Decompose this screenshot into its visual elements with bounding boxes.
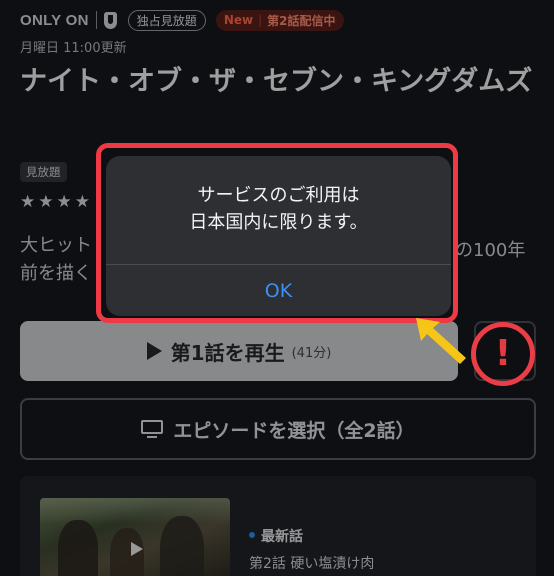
exclamation-icon: ! (494, 333, 512, 374)
arrow-icon (416, 318, 466, 364)
region-alert-dialog: サービスのご利用は 日本国内に限ります。 OK (106, 156, 451, 316)
alert-message: サービスのご利用は 日本国内に限ります。 (106, 182, 451, 236)
warning-circle: ! (471, 322, 535, 386)
ok-button[interactable]: OK (106, 265, 451, 316)
title-detail-page: ONLY ON 独占見放題 New | 第2話配信中 月曜日 11:00更新 ナ… (0, 0, 554, 576)
alert-message-line-1: サービスのご利用は (197, 185, 360, 206)
alert-message-line-2: 日本国内に限ります。 (189, 212, 368, 233)
